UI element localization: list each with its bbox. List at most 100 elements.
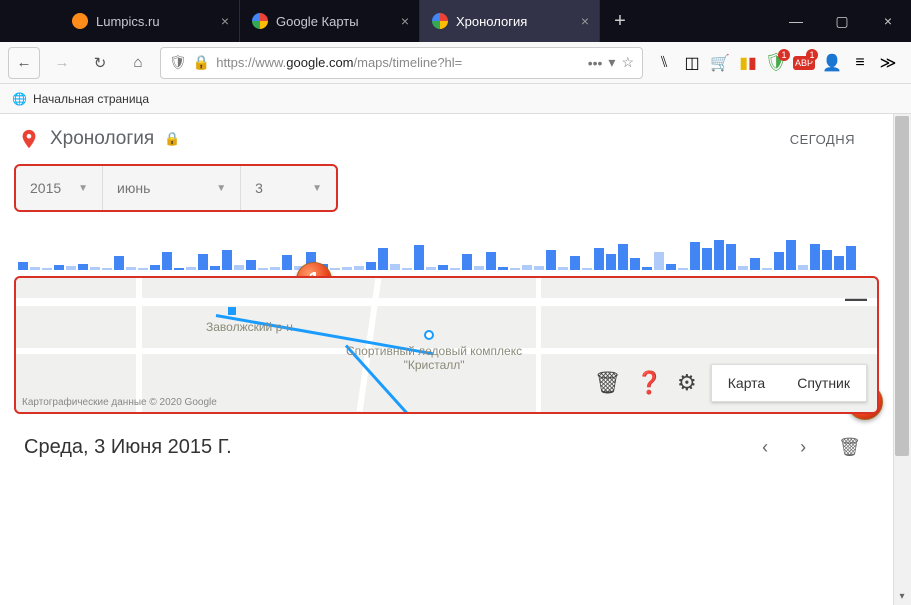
activity-bar[interactable] xyxy=(378,248,388,270)
activity-bar[interactable] xyxy=(798,265,808,270)
activity-bar[interactable] xyxy=(270,267,280,270)
library-icon[interactable]: ⑊ xyxy=(655,54,673,72)
collapse-icon[interactable]: — xyxy=(845,286,867,312)
account-icon[interactable]: 👤 xyxy=(823,54,841,72)
gear-icon[interactable]: ⚙ xyxy=(677,370,697,396)
close-icon[interactable]: × xyxy=(401,13,409,29)
activity-bar[interactable] xyxy=(414,245,424,270)
activity-bar[interactable] xyxy=(438,265,448,270)
activity-bar[interactable] xyxy=(690,242,700,270)
activity-bar[interactable] xyxy=(642,267,652,270)
activity-bar[interactable] xyxy=(126,267,136,270)
activity-bar[interactable] xyxy=(246,260,256,270)
menu-icon[interactable]: ≡ xyxy=(851,54,869,72)
browser-tab[interactable]: Google Карты × xyxy=(240,0,420,42)
sidebar-icon[interactable]: ◫ xyxy=(683,54,701,72)
month-select[interactable]: июнь ▼ xyxy=(103,166,241,210)
activity-bar[interactable] xyxy=(762,268,772,270)
activity-bar[interactable] xyxy=(654,252,664,270)
activity-bar[interactable] xyxy=(558,267,568,270)
activity-bars[interactable] xyxy=(0,212,893,270)
scroll-down-icon[interactable]: ▾ xyxy=(893,587,911,605)
activity-bar[interactable] xyxy=(222,250,232,270)
activity-bar[interactable] xyxy=(42,268,52,270)
address-bar[interactable]: 🛡 🔒 https://www.google.com/maps/timeline… xyxy=(160,47,643,79)
activity-bar[interactable] xyxy=(498,267,508,270)
activity-bar[interactable] xyxy=(258,268,268,270)
security-ext-icon[interactable]: 🛡1 xyxy=(767,54,785,72)
activity-bar[interactable] xyxy=(186,267,196,270)
activity-bar[interactable] xyxy=(846,246,856,270)
new-tab-button[interactable]: + xyxy=(600,0,640,42)
activity-bar[interactable] xyxy=(330,268,340,270)
forward-button[interactable]: → xyxy=(46,47,78,79)
day-select[interactable]: 3 ▼ xyxy=(241,166,336,210)
activity-bar[interactable] xyxy=(702,248,712,270)
reader-icon[interactable]: ▾ xyxy=(608,54,615,71)
activity-bar[interactable] xyxy=(198,254,208,270)
activity-bar[interactable] xyxy=(534,266,544,270)
activity-bar[interactable] xyxy=(402,268,412,270)
prev-day-button[interactable]: ‹ xyxy=(754,437,776,458)
activity-bar[interactable] xyxy=(606,254,616,270)
activity-bar[interactable] xyxy=(774,252,784,270)
cart-icon[interactable]: 🛒 xyxy=(711,54,729,72)
activity-bar[interactable] xyxy=(738,266,748,270)
activity-bar[interactable] xyxy=(726,244,736,270)
activity-bar[interactable] xyxy=(162,252,172,270)
activity-bar[interactable] xyxy=(486,252,496,270)
close-icon[interactable]: × xyxy=(581,13,589,29)
next-day-button[interactable]: › xyxy=(792,437,814,458)
activity-bar[interactable] xyxy=(90,267,100,270)
activity-bar[interactable] xyxy=(234,265,244,270)
activity-bar[interactable] xyxy=(474,266,484,270)
browser-tab[interactable]: Lumpics.ru × xyxy=(60,0,240,42)
activity-bar[interactable] xyxy=(150,265,160,270)
activity-bar[interactable] xyxy=(390,264,400,270)
activity-bar[interactable] xyxy=(510,268,520,270)
activity-bar[interactable] xyxy=(18,262,28,270)
activity-bar[interactable] xyxy=(582,268,592,270)
activity-bar[interactable] xyxy=(426,267,436,270)
bookmark-ext-icon[interactable]: ▮▮ xyxy=(739,54,757,72)
year-select[interactable]: 2015 ▼ xyxy=(16,166,103,210)
activity-bar[interactable] xyxy=(546,250,556,270)
activity-bar[interactable] xyxy=(834,256,844,270)
more-icon[interactable]: ••• xyxy=(588,55,603,71)
activity-bar[interactable] xyxy=(594,248,604,270)
scrollbar[interactable]: ▴ ▾ xyxy=(893,114,911,605)
minimize-button[interactable]: — xyxy=(773,0,819,42)
activity-bar[interactable] xyxy=(750,258,760,270)
back-button[interactable]: ← xyxy=(8,47,40,79)
browser-tab-active[interactable]: Хронология × xyxy=(420,0,600,42)
activity-bar[interactable] xyxy=(666,264,676,270)
overflow-icon[interactable]: ≫ xyxy=(879,54,897,72)
scroll-thumb[interactable] xyxy=(895,116,909,456)
reload-button[interactable]: ↻ xyxy=(84,47,116,79)
activity-bar[interactable] xyxy=(138,268,148,270)
activity-bar[interactable] xyxy=(342,267,352,270)
activity-bar[interactable] xyxy=(678,268,688,270)
today-button[interactable]: СЕГОДНЯ xyxy=(790,132,875,147)
adblock-ext-icon[interactable]: ABP1 xyxy=(795,54,813,72)
activity-bar[interactable] xyxy=(78,264,88,270)
activity-bar[interactable] xyxy=(810,244,820,270)
activity-bar[interactable] xyxy=(570,256,580,270)
bookmark-item[interactable]: Начальная страница xyxy=(33,92,149,106)
activity-bar[interactable] xyxy=(210,266,220,270)
close-button[interactable]: × xyxy=(865,0,911,42)
map-type-map[interactable]: Карта xyxy=(712,365,781,401)
activity-bar[interactable] xyxy=(618,244,628,270)
star-icon[interactable]: ☆ xyxy=(621,54,634,71)
activity-bar[interactable] xyxy=(102,268,112,270)
map-type-satellite[interactable]: Спутник xyxy=(781,365,866,401)
delete-day-button[interactable]: 🗑 xyxy=(830,437,869,458)
activity-bar[interactable] xyxy=(714,240,724,270)
activity-bar[interactable] xyxy=(630,258,640,270)
close-icon[interactable]: × xyxy=(221,13,229,29)
activity-bar[interactable] xyxy=(354,266,364,270)
trash-icon[interactable]: 🗑 xyxy=(594,370,622,396)
activity-bar[interactable] xyxy=(822,250,832,270)
map-panel[interactable]: Заволжский р-н Спортивный ледовый компле… xyxy=(14,276,879,414)
activity-bar[interactable] xyxy=(54,265,64,270)
